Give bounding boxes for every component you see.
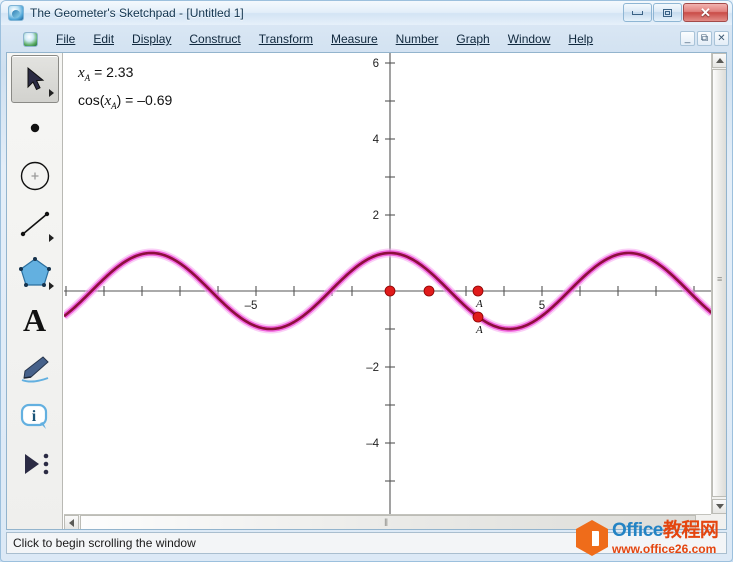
marker-pen-icon — [21, 356, 49, 383]
status-message: Click to begin scrolling the window — [13, 536, 196, 550]
origin-point — [384, 285, 396, 297]
menu-window-label: Window — [507, 32, 551, 46]
unit-point — [423, 285, 435, 297]
marker-tool[interactable] — [12, 345, 58, 391]
custom-tools[interactable] — [12, 441, 58, 487]
info-bubble-icon: i — [20, 403, 47, 429]
menu-file-label: File — [56, 32, 76, 46]
point-tool[interactable] — [12, 105, 58, 151]
tool-expand-arrow-icon — [48, 282, 54, 290]
menu-window[interactable]: Window — [499, 31, 560, 47]
close-button[interactable]: ✕ — [683, 3, 728, 22]
menu-transform-label: Transform — [258, 32, 313, 46]
menu-graph-label: Graph — [456, 32, 490, 46]
minimize-icon — [632, 10, 643, 15]
scroll-up-button[interactable] — [712, 53, 726, 68]
mdi-window-controls: _ ⧉ ✕ — [680, 31, 729, 46]
toolbox: A i — [7, 53, 63, 529]
vertical-scroll-thumb[interactable]: ≡ — [712, 69, 726, 497]
straightedge-tool[interactable] — [12, 201, 58, 247]
y-tick-label-neg4: –4 — [366, 438, 379, 450]
x-tick-label-5: 5 — [539, 300, 545, 312]
menu-number[interactable]: Number — [387, 31, 448, 47]
logo-name-cn: 教程网 — [662, 519, 719, 541]
window-controls: ✕ — [623, 3, 728, 22]
menu-help-label: Help — [568, 32, 594, 46]
menu-display[interactable]: Display — [123, 31, 180, 47]
logo-title: Office教程网 — [612, 519, 719, 541]
menu-bar: File Edit Display Construct Transform Me… — [1, 28, 732, 50]
coordinate-plane: –5 5 6 4 2 –2 –4 –6 — [64, 53, 711, 514]
tool-expand-arrow-icon — [48, 89, 54, 97]
sketchpad-icon — [8, 5, 24, 21]
menu-file[interactable]: File — [47, 31, 84, 47]
restore-button[interactable] — [653, 3, 682, 22]
menu-number-label: Number — [395, 32, 439, 46]
point-A — [472, 285, 484, 297]
office26-logo: Office教程网 www.office26.com — [576, 517, 728, 559]
office-hexagon-icon — [576, 520, 608, 556]
vertical-scrollbar[interactable]: ≡ — [711, 53, 726, 514]
x-tick-label-neg5: –5 — [245, 300, 258, 312]
document-icon — [23, 31, 38, 47]
application-window: The Geometer's Sketchpad - [Untitled 1] … — [0, 0, 733, 562]
y-tick-label-6: 6 — [373, 58, 379, 70]
custom-tools-icon — [24, 453, 48, 475]
restore-icon — [663, 8, 672, 17]
scroll-left-button[interactable] — [64, 515, 79, 529]
menu-graph[interactable]: Graph — [447, 31, 498, 47]
menu-measure-label: Measure — [330, 32, 378, 46]
logo-url: www.office26.com — [612, 542, 717, 556]
minimize-button[interactable] — [623, 3, 652, 22]
horizontal-scroll-grip: ‖ — [384, 518, 389, 529]
point-A-on-curve — [472, 311, 484, 323]
arrow-select-tool[interactable] — [10, 55, 59, 103]
compass-tool[interactable] — [12, 153, 58, 199]
menu-construct[interactable]: Construct — [180, 31, 249, 47]
window-title: The Geometer's Sketchpad - [Untitled 1] — [30, 6, 244, 20]
vertical-scroll-grip: ≡ — [717, 274, 723, 284]
scroll-down-button[interactable] — [712, 499, 726, 514]
point-label-A[interactable]: A — [476, 298, 483, 310]
text-letter-a-icon: A — [22, 302, 47, 338]
circle-compass-icon — [20, 161, 49, 191]
menu-edit[interactable]: Edit — [84, 31, 123, 47]
y-tick-label-2: 2 — [373, 210, 379, 222]
tool-expand-arrow-icon — [48, 234, 54, 242]
menu-measure[interactable]: Measure — [322, 31, 387, 47]
polygon-tool[interactable] — [12, 249, 58, 295]
mdi-restore-button[interactable]: ⧉ — [697, 31, 712, 46]
scroll-down-arrow-icon — [715, 504, 724, 509]
point-icon — [30, 123, 39, 133]
line-segment-icon — [20, 211, 49, 237]
mdi-close-button[interactable]: ✕ — [714, 31, 729, 46]
mdi-minimize-button[interactable]: _ — [680, 31, 695, 46]
logo-name-en: Office — [612, 520, 663, 541]
y-tick-label-4: 4 — [373, 134, 380, 146]
document-client-area: A i xA = 2.33 cos(xA) = –0.69 –5 5 6 4 2… — [6, 52, 727, 530]
close-icon: ✕ — [700, 5, 711, 20]
information-tool[interactable]: i — [12, 393, 58, 439]
polygon-icon — [18, 257, 51, 287]
scroll-left-arrow-icon — [69, 518, 74, 527]
logo-text: Office教程网 www.office26.com — [612, 519, 719, 556]
sketch-canvas[interactable]: xA = 2.33 cos(xA) = –0.69 –5 5 6 4 2 –2 … — [64, 53, 711, 514]
menu-construct-label: Construct — [189, 32, 241, 46]
menu-edit-label: Edit — [93, 32, 115, 46]
svg-text:i: i — [31, 408, 36, 425]
arrow-cursor-icon — [27, 66, 44, 91]
y-tick-label-neg2: –2 — [366, 362, 379, 374]
scroll-up-arrow-icon — [715, 58, 724, 63]
menu-help[interactable]: Help — [559, 31, 602, 47]
text-tool[interactable]: A — [12, 297, 58, 343]
menu-display-label: Display — [132, 32, 172, 46]
menu-transform[interactable]: Transform — [250, 31, 322, 47]
title-bar: The Geometer's Sketchpad - [Untitled 1] … — [1, 1, 732, 25]
point-label-A-prime[interactable]: A — [476, 324, 483, 336]
